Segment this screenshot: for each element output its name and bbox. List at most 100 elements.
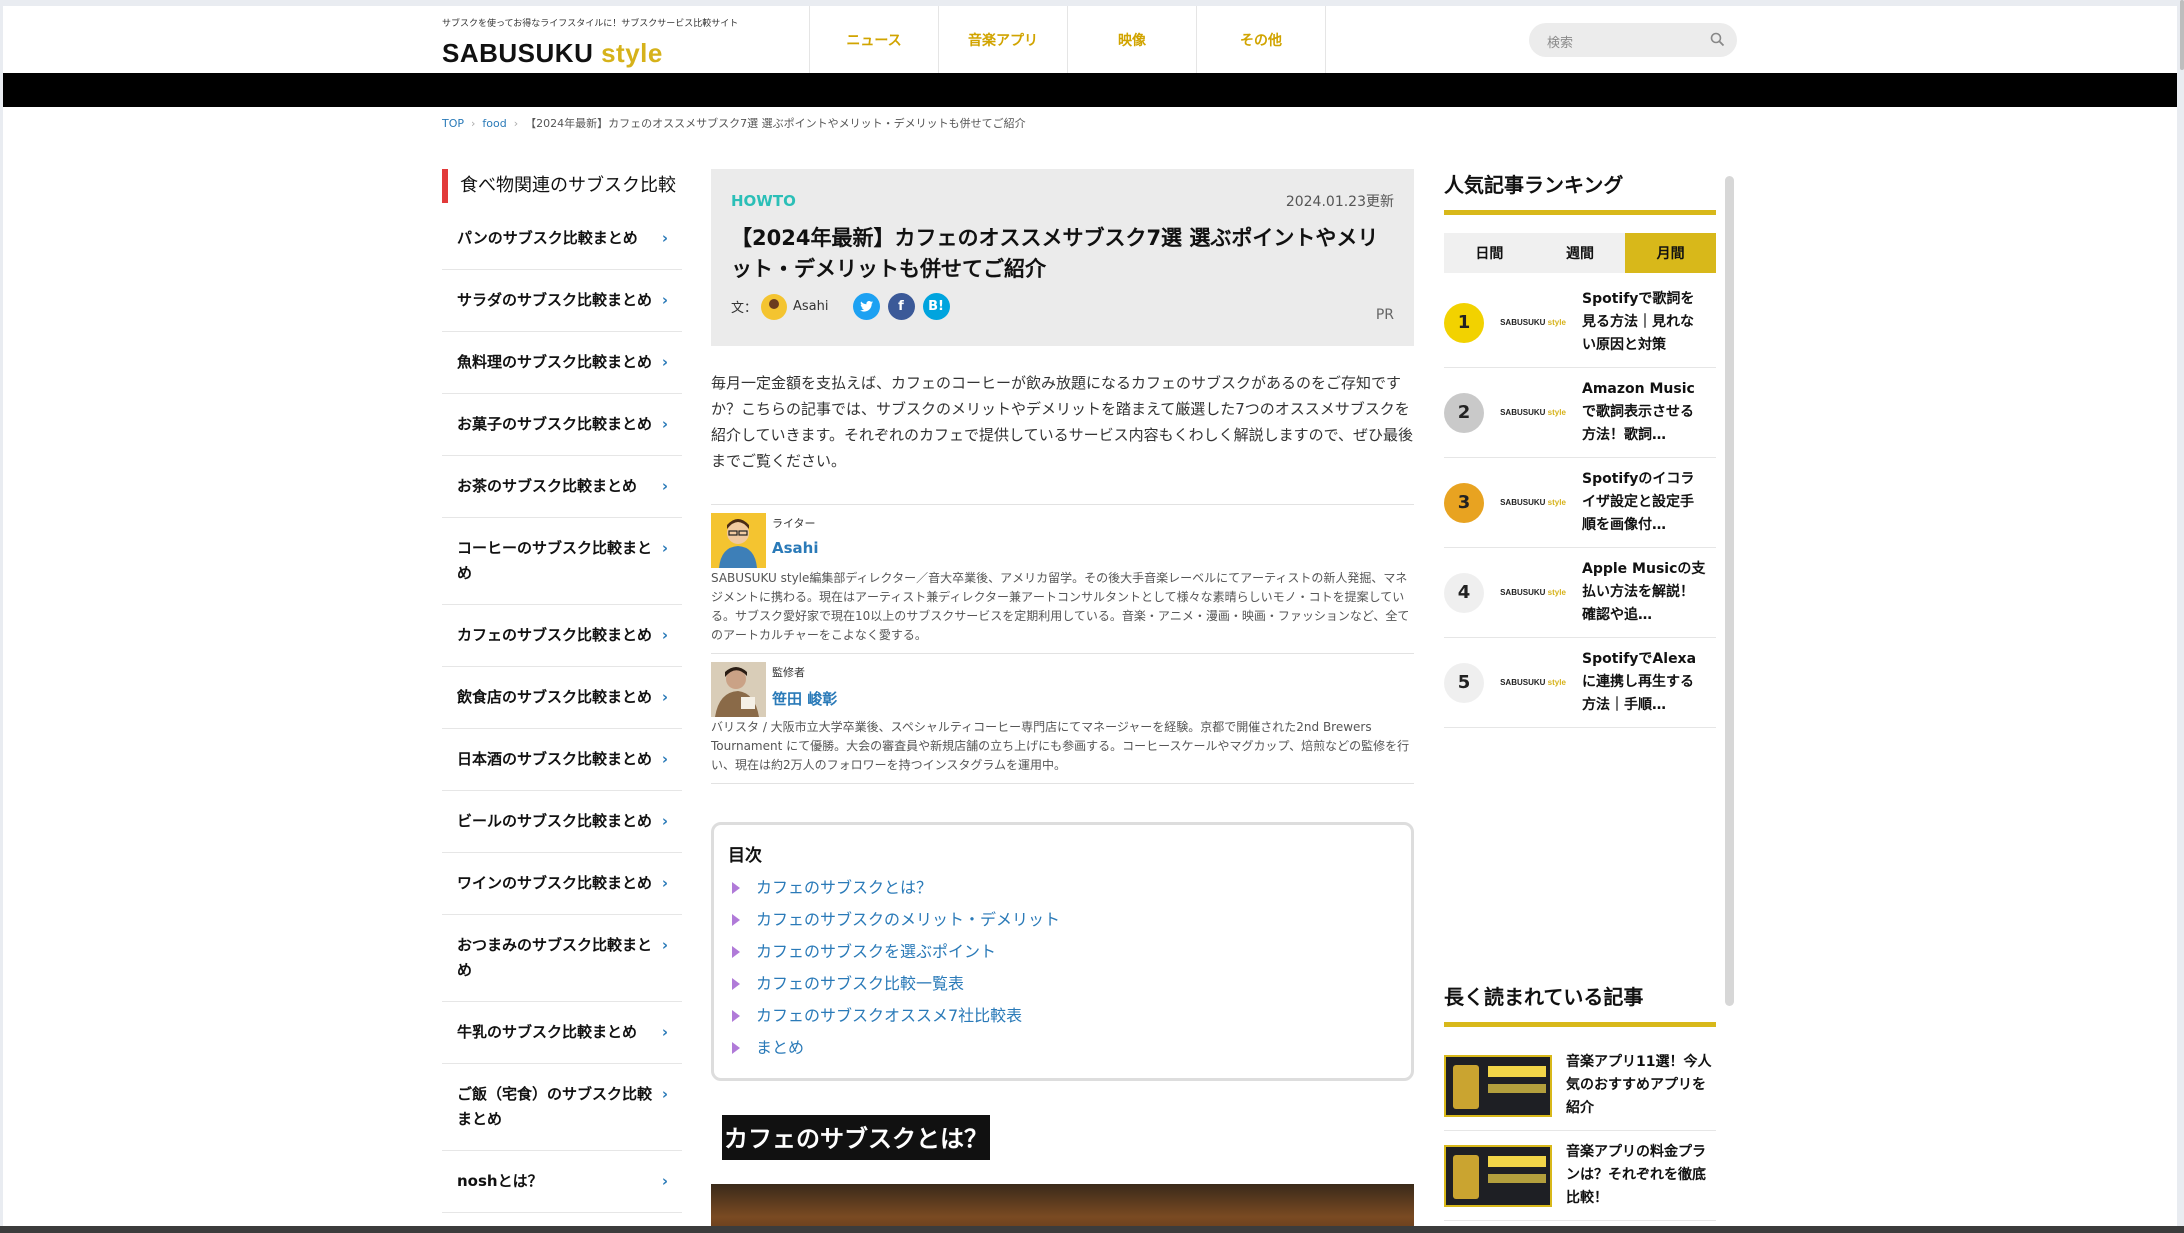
left-sidebar-heading: 食べ物関連のサブスク比較 [442,169,682,203]
category-tag[interactable]: HOWTO [731,192,796,210]
breadcrumb: TOP › food › 【2024年最新】カフェのオススメサブスク7選 選ぶポ… [442,115,1026,131]
sidebar-item-meal-delivery[interactable]: ご飯（宅食）のサブスク比較まとめ › [442,1064,682,1151]
ranking-tabs: 日間 週間 月間 [1444,233,1717,273]
toc-item-label: まとめ [756,1038,805,1057]
hatena-bookmark-icon[interactable]: B! [922,293,950,320]
triangle-bullet-icon [732,914,740,926]
nav-news[interactable]: ニュース [810,6,939,73]
twitter-share-icon[interactable] [852,293,880,320]
tab-weekly[interactable]: 週間 [1534,233,1626,273]
nav-video[interactable]: 映像 [1068,6,1197,73]
section-hero-image [711,1184,1414,1226]
sidebar-item-label: 飲食店のサブスク比較まとめ [457,688,653,706]
writer-avatar [711,513,766,568]
window-scrollbar[interactable] [2180,0,2184,70]
sidebar-item-label: ご飯（宅食）のサブスク比較まとめ [457,1085,653,1128]
toc-item[interactable]: まとめ [728,1032,1397,1064]
triangle-bullet-icon [732,946,740,958]
site-logo[interactable]: SABUSUKU style [442,38,738,69]
thumb-logo-main: SABUSUKU [1500,498,1546,507]
sidebar-item-label: ビールのサブスク比較まとめ [457,812,653,830]
chevron-right-icon: › [661,1172,668,1190]
search-icon[interactable] [1710,32,1725,47]
nav-other[interactable]: その他 [1197,6,1326,73]
toc-item[interactable]: カフェのサブスクとは？ [728,872,1397,904]
chevron-right-icon: › [661,1023,668,1041]
breadcrumb-separator-icon: › [513,116,519,130]
sidebar-item-label: noshとは？ [457,1172,543,1190]
author-name[interactable]: Asahi [793,299,828,314]
ranking-item-title: Spotifyで歌詞を見る方法｜見れない原因と対策 [1582,291,1695,353]
logo-main: SABUSUKU [442,38,594,68]
section-heading: カフェのサブスクとは？ [722,1115,990,1160]
sidebar-item-milk[interactable]: 牛乳のサブスク比較まとめ › [442,1002,682,1064]
thumb-logo-accent: style [1547,678,1566,687]
sidebar-item-coffee[interactable]: コーヒーのサブスク比較まとめ › [442,518,682,605]
toc-item[interactable]: カフェのサブスクを選ぶポイント [728,936,1397,968]
ranking-item[interactable]: 2 SABUSUKU style Amazon Musicで歌詞表示させる方法！… [1444,368,1716,458]
sidebar-item-restaurant[interactable]: 飲食店のサブスク比較まとめ › [442,667,682,729]
sidebar-item-fish[interactable]: 魚料理のサブスク比較まとめ › [442,332,682,394]
tab-monthly[interactable]: 月間 [1625,233,1717,273]
author-profiles: ライター Asahi SABUSUKU style編集部ディレクター／音大卒業後… [711,504,1414,784]
ranking-item[interactable]: 4 SABUSUKU style Apple Musicの支払い方法を解説！確認… [1444,548,1716,638]
rank-badge: 1 [1444,302,1484,343]
left-sidebar: 食べ物関連のサブスク比較 パンのサブスク比較まとめ › サラダのサブスク比較まとめ… [442,169,682,1213]
nav-music-app[interactable]: 音楽アプリ [939,6,1068,73]
writer-bio: SABUSUKU style編集部ディレクター／音大卒業後、アメリカ留学。その後… [711,571,1410,642]
toc-item[interactable]: カフェのサブスクオススメ7社比較表 [728,1000,1397,1032]
ranking-item[interactable]: 5 SABUSUKU style SpotifyでAlexaに連携し再生する方法… [1444,638,1716,728]
sidebar-item-tea[interactable]: お茶のサブスク比較まとめ › [442,456,682,518]
chevron-right-icon: › [661,291,668,309]
chevron-right-icon: › [661,415,668,433]
breadcrumb-top[interactable]: TOP [442,117,464,130]
table-of-contents: 目次 カフェのサブスクとは？ カフェのサブスクのメリット・デメリット カフェのサ… [711,822,1414,1081]
sidebar-item-label: 牛乳のサブスク比較まとめ [457,1023,638,1041]
updated-date: 2024.01.23更新 [1285,194,1394,210]
sidebar-item-nosh[interactable]: noshとは？ › [442,1151,682,1213]
ranking-item[interactable]: 3 SABUSUKU style Spotifyのイコライザ設定と設定手順を画像… [1444,458,1716,548]
article-thumbnail [1444,1054,1552,1117]
facebook-share-icon[interactable]: f [887,293,915,320]
ranking-item[interactable]: 1 SABUSUKU style Spotifyで歌詞を見る方法｜見れない原因と… [1444,278,1716,368]
chevron-right-icon: › [661,626,668,644]
supervisor-name[interactable]: 笹田 峻彰 [772,688,837,709]
sidebar-item-snacks[interactable]: おつまみのサブスク比較まとめ › [442,915,682,1002]
sidebar-item-bread[interactable]: パンのサブスク比較まとめ › [442,208,682,270]
article-intro: 毎月一定金額を支払えば、カフェのコーヒーが飲み放題になるカフェのサブスクがあるの… [711,374,1414,470]
breadcrumb-current: 【2024年最新】カフェのオススメサブスク7選 選ぶポイントやメリット・デメリッ… [525,117,1026,130]
rank-badge: 4 [1444,572,1484,613]
sidebar-item-label: サラダのサブスク比較まとめ [457,291,653,309]
sidebar-item-sweets[interactable]: お菓子のサブスク比較まとめ › [442,394,682,456]
header-black-bar [3,73,2177,107]
long-read-item[interactable]: 音楽アプリの料金プランは？それぞれを徹底比較！ [1444,1131,1716,1221]
article-main: HOWTO 2024.01.23更新 【2024年最新】カフェのオススメサブスク… [711,169,1414,1226]
search-input[interactable]: 検索 [1529,23,1737,57]
sidebar-item-salad[interactable]: サラダのサブスク比較まとめ › [442,270,682,332]
main-nav: ニュース 音楽アプリ 映像 その他 [809,6,1326,73]
sidebar-item-label: カフェのサブスク比較まとめ [457,626,653,644]
breadcrumb-category[interactable]: food [482,117,506,130]
chevron-right-icon: › [661,1085,668,1103]
sidebar-item-cafe[interactable]: カフェのサブスク比較まとめ › [442,605,682,667]
toc-item[interactable]: カフェのサブスク比較一覧表 [728,968,1397,1000]
sidebar-item-label: お菓子のサブスク比較まとめ [457,415,653,433]
article-header: HOWTO 2024.01.23更新 【2024年最新】カフェのオススメサブスク… [711,169,1414,346]
sidebar-item-label: お茶のサブスク比較まとめ [457,477,638,495]
tab-daily[interactable]: 日間 [1444,233,1535,273]
chevron-right-icon: › [661,812,668,830]
sidebar-item-sake[interactable]: 日本酒のサブスク比較まとめ › [442,729,682,791]
thumb-logo-main: SABUSUKU [1500,588,1546,597]
sidebar-item-beer[interactable]: ビールのサブスク比較まとめ › [442,791,682,853]
long-read-item[interactable]: 音楽アプリ11選！今人気のおすすめアプリを紹介 [1444,1041,1716,1131]
toc-item[interactable]: カフェのサブスクのメリット・デメリット [728,904,1397,936]
thumb-logo-accent: style [1547,498,1566,507]
logo-area[interactable]: サブスクを使ってお得なライフスタイルに！サブスクサービス比較サイト SABUSU… [442,16,738,69]
sidebar-item-wine[interactable]: ワインのサブスク比較まとめ › [442,853,682,915]
toc-item-label: カフェのサブスク比較一覧表 [756,974,965,993]
supervisor-avatar [711,662,766,717]
writer-name[interactable]: Asahi [772,539,818,557]
site-header: サブスクを使ってお得なライフスタイルに！サブスクサービス比較サイト SABUSU… [3,6,2177,73]
article-thumbnail: SABUSUKU style [1484,678,1582,687]
sidebar-scrollbar[interactable] [1725,176,1734,1006]
